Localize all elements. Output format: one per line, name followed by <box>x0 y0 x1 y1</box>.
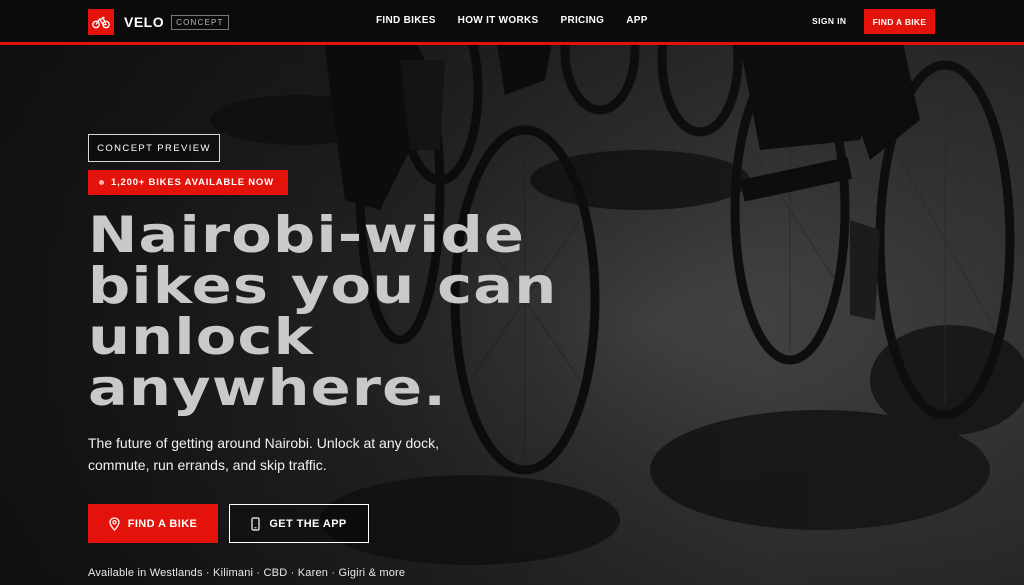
nav-link-pricing[interactable]: PRICING <box>560 15 604 26</box>
nav-link-how-it-works[interactable]: HOW IT WORKS <box>458 15 539 26</box>
nav-link-find-bikes[interactable]: FIND BIKES <box>376 15 436 26</box>
brand-tag: CONCEPT <box>171 14 229 30</box>
availability-text: 1,200+ BIKES AVAILABLE NOW <box>111 177 274 188</box>
hero-title-line: anywhere. <box>88 359 447 417</box>
hero-title: Nairobi-wide bikes you can unlock anywhe… <box>88 210 749 414</box>
hero-title-line: Nairobi-wide <box>88 206 526 264</box>
hero-description: The future of getting around Nairobi. Un… <box>88 435 439 473</box>
main-nav: FIND BIKES HOW IT WORKS PRICING APP <box>376 15 648 26</box>
top-navbar: VELO CONCEPT FIND BIKES HOW IT WORKS PRI… <box>0 0 1024 45</box>
get-the-app-label: GET THE APP <box>269 517 347 530</box>
sign-in-link[interactable]: SIGN IN <box>812 16 846 26</box>
map-pin-icon <box>109 516 120 531</box>
hero-title-line: unlock <box>88 308 315 366</box>
find-a-bike-button[interactable]: FIND A BIKE <box>88 504 218 543</box>
nav-link-app[interactable]: APP <box>626 15 647 26</box>
hero-title-line: bikes you can <box>88 257 558 315</box>
brand-name: VELO <box>124 14 165 30</box>
status-dot-icon <box>99 180 104 185</box>
get-the-app-button[interactable]: GET THE APP <box>229 504 369 543</box>
service-areas-note: Available in Westlands · Kilimani · CBD … <box>88 567 406 579</box>
brand-logo[interactable]: VELO CONCEPT <box>88 9 229 35</box>
phone-icon <box>251 516 260 531</box>
nav-find-bike-button[interactable]: FIND A BIKE <box>864 9 935 34</box>
availability-badge: 1,200+ BIKES AVAILABLE NOW <box>88 170 288 195</box>
bicycle-icon <box>88 9 114 35</box>
concept-preview-badge: CONCEPT PREVIEW <box>88 134 220 162</box>
find-a-bike-label: FIND A BIKE <box>127 517 198 530</box>
